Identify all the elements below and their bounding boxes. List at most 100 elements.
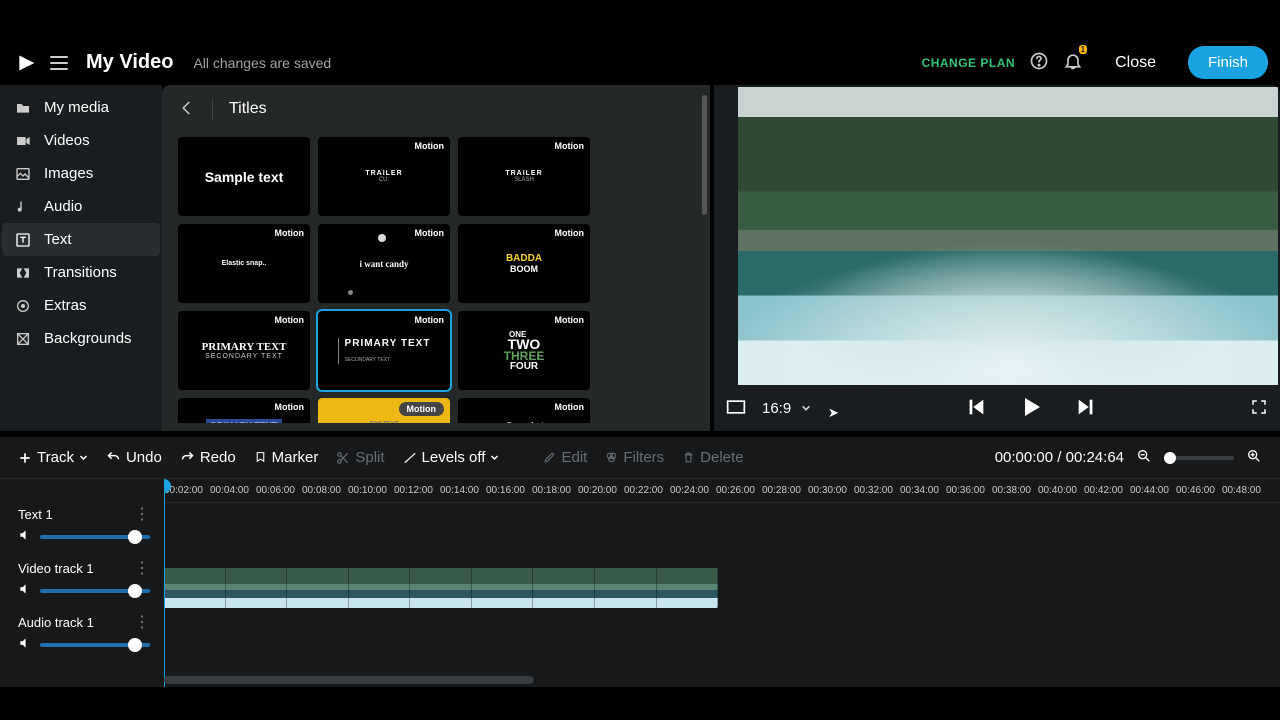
redo-button[interactable]: Redo (180, 449, 236, 466)
title-card-trailer-cut[interactable]: Motion TRAILER CU: (318, 137, 450, 216)
ruler-tick: 00:22:00 (624, 479, 670, 502)
volume-icon[interactable] (18, 528, 32, 545)
title-card-count[interactable]: Motion ONE TWO THREE FOUR (458, 311, 590, 390)
volume-slider[interactable] (40, 643, 150, 647)
close-button[interactable]: Close (1097, 48, 1174, 78)
finish-button[interactable]: Finish (1188, 46, 1268, 79)
title-card-text: Sample text (205, 169, 284, 185)
skip-forward-button[interactable] (1075, 396, 1097, 421)
motion-tag: Motion (555, 315, 585, 325)
ruler-tick: 00:42:00 (1084, 479, 1130, 502)
ruler-tick: 00:28:00 (762, 479, 808, 502)
preview-canvas[interactable] (738, 87, 1278, 385)
sidebar-item-images[interactable]: Images (2, 157, 160, 190)
add-track-button[interactable]: Track (18, 449, 88, 466)
title-card-trailer-slash[interactable]: Motion TRAILER SLASH (458, 137, 590, 216)
title-card-subtext: SECONDARY TEXT (345, 357, 391, 363)
track-menu-icon[interactable]: ⋮ (134, 564, 150, 574)
ruler-tick: 00:32:00 (854, 479, 900, 502)
title-card-badda-boom[interactable]: Motion BADDA BOOM (458, 224, 590, 303)
ruler-tick: 00:02:00 (164, 479, 210, 502)
zoom-out-icon[interactable] (1136, 448, 1152, 467)
ruler-tick: 00:18:00 (532, 479, 578, 502)
playhead[interactable] (164, 479, 165, 687)
aspect-ratio-dropdown[interactable]: 16:9 (762, 400, 811, 417)
help-icon[interactable] (1029, 51, 1049, 74)
ruler-tick: 00:44:00 (1130, 479, 1176, 502)
undo-button[interactable]: Undo (106, 449, 162, 466)
title-card-subtext: BOOM (510, 264, 538, 274)
sidebar-item-text[interactable]: Text (2, 223, 160, 256)
volume-icon[interactable] (18, 636, 32, 653)
title-card-subtext: SECONDARY TEXT (205, 353, 283, 360)
extras-icon (14, 298, 32, 314)
edit-button[interactable]: Edit (543, 449, 587, 466)
transition-icon (14, 265, 32, 281)
skip-back-button[interactable] (965, 396, 987, 421)
title-card-primary-2[interactable]: Motion PRIMARY TEXT SECONDARY TEXT (318, 311, 450, 390)
motion-tag: Motion (555, 141, 585, 151)
track-lane-text[interactable] (164, 503, 1280, 557)
marker-button[interactable]: Marker (254, 449, 319, 466)
play-button[interactable] (1019, 395, 1043, 422)
zoom-in-icon[interactable] (1246, 448, 1262, 467)
menu-icon[interactable] (50, 56, 68, 70)
ruler-tick: 00:08:00 (302, 479, 348, 502)
title-card-text: Elastic snap.. (222, 260, 267, 267)
sidebar-item-audio[interactable]: Audio (2, 190, 160, 223)
timeline-scrollbar[interactable] (164, 676, 534, 684)
fullscreen-icon[interactable] (1250, 398, 1268, 419)
delete-button[interactable]: Delete (682, 449, 743, 466)
ruler-tick: 00:06:00 (256, 479, 302, 502)
track-lane-video[interactable] (164, 557, 1280, 611)
ruler-tick: 00:36:00 (946, 479, 992, 502)
filters-button[interactable]: Filters (605, 449, 664, 466)
zoom-slider[interactable] (1164, 456, 1234, 460)
app-logo[interactable] (16, 53, 36, 73)
ruler-tick: 00:12:00 (394, 479, 440, 502)
title-card-primary-3[interactable]: Motion PRIMARY TEXT (178, 398, 310, 423)
levels-button[interactable]: Levels off (403, 449, 500, 466)
back-arrow-icon[interactable] (178, 99, 196, 120)
motion-tag: Motion (415, 228, 445, 238)
title-card-candy[interactable]: Motion i want candy (318, 224, 450, 303)
ruler-tick: 00:14:00 (440, 479, 486, 502)
track-name: Audio track 1 (18, 615, 94, 630)
title-card-elastic[interactable]: Motion Elastic snap.. (178, 224, 310, 303)
timeline-ruler[interactable]: 00:02:0000:04:0000:06:0000:08:0000:10:00… (164, 479, 1280, 503)
track-lane-audio[interactable] (164, 611, 1280, 665)
sidebar-item-videos[interactable]: Videos (2, 124, 160, 157)
timeline: Track Undo Redo Marker Split Levels off … (0, 437, 1280, 687)
volume-slider[interactable] (40, 589, 150, 593)
change-plan-link[interactable]: CHANGE PLAN (922, 56, 1016, 70)
title-card-text: PRIMARY TEXT (206, 419, 283, 423)
track-menu-icon[interactable]: ⋮ (134, 618, 150, 628)
track-header-text: Text 1 ⋮ (0, 503, 164, 557)
ruler-tick: 00:30:00 (808, 479, 854, 502)
video-icon (14, 133, 32, 149)
aspect-ratio-icon[interactable] (726, 399, 746, 418)
text-icon (14, 232, 32, 248)
motion-tag: Motion (399, 402, 445, 416)
sidebar-item-my-media[interactable]: My media (2, 91, 160, 124)
sidebar-item-extras[interactable]: Extras (2, 289, 160, 322)
volume-slider[interactable] (40, 535, 150, 539)
ruler-tick: 00:16:00 (486, 479, 532, 502)
title-card-primary-1[interactable]: Motion PRIMARY TEXT SECONDARY TEXT (178, 311, 310, 390)
notification-icon[interactable]: 1 (1063, 51, 1083, 74)
sidebar-item-transitions[interactable]: Transitions (2, 256, 160, 289)
sidebar-item-backgrounds[interactable]: Backgrounds (2, 322, 160, 355)
track-menu-icon[interactable]: ⋮ (134, 510, 150, 520)
title-card-sample-2[interactable]: Motion Sample/ (458, 398, 590, 423)
motion-tag: Motion (555, 402, 585, 412)
ruler-tick: 00:48:00 (1222, 479, 1268, 502)
video-clip[interactable] (164, 568, 718, 608)
title-card-top-text[interactable]: Motion TOP TEXT (318, 398, 450, 423)
panel-scrollbar[interactable] (702, 95, 707, 215)
motion-tag: Motion (275, 228, 305, 238)
split-button[interactable]: Split (336, 449, 384, 466)
music-note-icon (14, 199, 32, 215)
title-card-sample-text[interactable]: Sample text (178, 137, 310, 216)
volume-icon[interactable] (18, 582, 32, 599)
titles-panel: Titles Sample text Motion TRAILER CU: Mo… (162, 85, 710, 431)
